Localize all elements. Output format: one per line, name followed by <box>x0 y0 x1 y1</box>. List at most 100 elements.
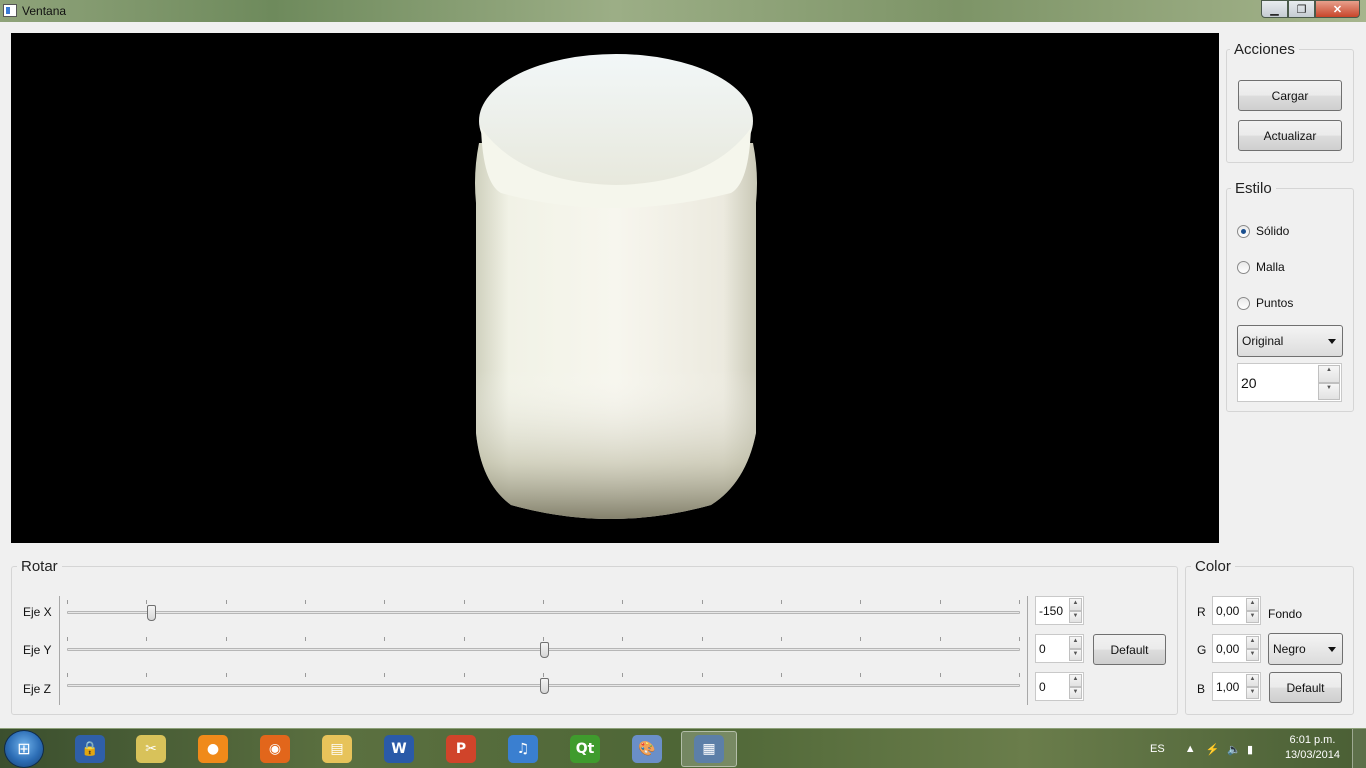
qt-creator-icon: Qt <box>570 735 600 763</box>
slider-tick <box>622 637 623 641</box>
slider-tick <box>940 673 941 677</box>
taskbar-button[interactable]: P <box>433 731 489 767</box>
spin-down-icon[interactable]: ▼ <box>1246 648 1259 661</box>
slider-tick <box>384 637 385 641</box>
slider-tick <box>702 673 703 677</box>
taskbar-button[interactable]: ◉ <box>247 731 303 767</box>
rotar-title: Rotar <box>17 558 62 575</box>
taskbar-button[interactable]: ▦ <box>681 731 737 767</box>
spin-up-icon[interactable]: ▲ <box>1246 598 1259 611</box>
explorer-icon: ▤ <box>322 735 352 763</box>
eje-z-label: Eje Z <box>23 682 52 696</box>
slider-thumb[interactable] <box>540 642 549 658</box>
slider-tick <box>305 600 306 604</box>
actualizar-button[interactable]: Actualizar <box>1238 120 1342 151</box>
start-button[interactable]: ⊞ <box>4 730 44 768</box>
rotar-separator-left <box>59 596 60 705</box>
close-button[interactable]: ✕ <box>1315 0 1360 18</box>
power-icon[interactable]: ⚡ <box>1206 743 1220 756</box>
radio-puntos-indicator <box>1237 296 1250 310</box>
slider-tick <box>860 673 861 677</box>
estilo-combo-value: Original <box>1242 334 1284 348</box>
taskbar-button[interactable]: W <box>371 731 427 767</box>
slider-tick <box>464 673 465 677</box>
spin-down-icon[interactable]: ▼ <box>1069 686 1082 699</box>
clock[interactable]: 6:01 p.m. 13/03/2014 <box>1285 733 1340 763</box>
slider-thumb[interactable] <box>147 605 156 621</box>
rotar-default-button[interactable]: Default <box>1093 634 1166 665</box>
system-tray: ES ▲ ⚡ 🔈 ▮ <box>1150 729 1253 768</box>
b-spinbox[interactable]: 1,00 ▲ ▼ <box>1212 672 1261 701</box>
slider-eje-z[interactable] <box>67 673 1020 694</box>
taskbar-button[interactable]: 🎨 <box>619 731 675 767</box>
estilo-spinbox[interactable]: 20 ▲ ▼ <box>1237 363 1342 402</box>
slider-eje-y[interactable] <box>67 637 1020 658</box>
spin-down-icon[interactable]: ▼ <box>1069 648 1082 661</box>
slider-tick <box>1019 600 1020 604</box>
spin-down-icon[interactable]: ▼ <box>1246 610 1259 623</box>
slider-tick <box>464 637 465 641</box>
spin-down-icon[interactable]: ▼ <box>1069 610 1082 623</box>
snipping-tool-icon: ✂ <box>136 735 166 763</box>
eje-y-spinbox[interactable]: 0 ▲ ▼ <box>1035 634 1084 663</box>
spin-up-icon[interactable]: ▲ <box>1069 674 1082 687</box>
spin-arrows: ▲ ▼ <box>1069 636 1082 661</box>
slider-tick <box>146 673 147 677</box>
radio-puntos[interactable]: Puntos <box>1237 296 1293 310</box>
taskbar: ⊞ 🔒 ✂ ● ◉ ▤ W P ♫ Qt 🎨 ▦ ES ▲ ⚡ 🔈 ▮ 6:01 p.m. 13/0… <box>0 728 1366 768</box>
slider-tick <box>781 600 782 604</box>
eje-y-label: Eje Y <box>23 643 52 657</box>
eje-z-value: 0 <box>1039 679 1046 694</box>
maximize-button[interactable]: ❐ <box>1288 0 1315 18</box>
fondo-combo[interactable]: Negro <box>1268 633 1343 665</box>
slider-tick <box>543 600 544 604</box>
slider-tick <box>622 673 623 677</box>
slider-eje-x[interactable] <box>67 600 1020 621</box>
slider-tick <box>226 637 227 641</box>
taskbar-button[interactable]: ● <box>185 731 241 767</box>
r-spinbox[interactable]: 0,00 ▲ ▼ <box>1212 596 1261 625</box>
minimize-button[interactable]: ▁ <box>1261 0 1288 18</box>
clock-time: 6:01 p.m. <box>1289 734 1336 746</box>
show-desktop-button[interactable] <box>1352 729 1366 768</box>
spin-up-icon[interactable]: ▲ <box>1069 598 1082 611</box>
slider-tick <box>860 600 861 604</box>
slider-track <box>67 611 1020 614</box>
slider-tick <box>464 600 465 604</box>
taskbar-button[interactable]: ▤ <box>309 731 365 767</box>
spin-down-icon[interactable]: ▼ <box>1246 686 1259 699</box>
radio-malla[interactable]: Malla <box>1237 260 1285 274</box>
spin-up-icon[interactable]: ▲ <box>1246 674 1259 687</box>
spin-up-icon[interactable]: ▲ <box>1318 365 1340 383</box>
slider-thumb[interactable] <box>540 678 549 694</box>
spin-up-icon[interactable]: ▲ <box>1069 636 1082 649</box>
cargar-button[interactable]: Cargar <box>1238 80 1342 111</box>
spin-down-icon[interactable]: ▼ <box>1318 382 1340 400</box>
slider-tick <box>781 673 782 677</box>
volume-icon[interactable]: 🔈 <box>1227 743 1241 756</box>
color-default-button[interactable]: Default <box>1269 672 1342 703</box>
estilo-combo[interactable]: Original <box>1237 325 1343 357</box>
g-spinbox[interactable]: 0,00 ▲ ▼ <box>1212 634 1261 663</box>
slider-tick <box>305 673 306 677</box>
fondo-combo-value: Negro <box>1273 642 1306 656</box>
taskbar-button[interactable]: Qt <box>557 731 613 767</box>
eje-x-spinbox[interactable]: -150 ▲ ▼ <box>1035 596 1084 625</box>
taskbar-button[interactable]: ♫ <box>495 731 551 767</box>
slider-tick <box>622 600 623 604</box>
language-indicator[interactable]: ES <box>1150 743 1165 755</box>
network-icon[interactable]: ▮ <box>1247 743 1253 756</box>
g-value: 0,00 <box>1216 641 1240 656</box>
3d-viewport[interactable] <box>11 33 1219 543</box>
eje-z-spinbox[interactable]: 0 ▲ ▼ <box>1035 672 1084 701</box>
r-value: 0,00 <box>1216 603 1240 618</box>
r-label: R <box>1197 605 1206 619</box>
taskbar-button[interactable]: 🔒 <box>62 731 118 767</box>
show-hidden-icons-icon[interactable]: ▲ <box>1185 743 1196 755</box>
orange-app-icon: ● <box>198 735 228 763</box>
estilo-title: Estilo <box>1231 180 1276 197</box>
radio-solido[interactable]: Sólido <box>1237 224 1289 238</box>
spin-up-icon[interactable]: ▲ <box>1246 636 1259 649</box>
ventana-app-icon: ▦ <box>694 735 724 763</box>
taskbar-button[interactable]: ✂ <box>123 731 179 767</box>
